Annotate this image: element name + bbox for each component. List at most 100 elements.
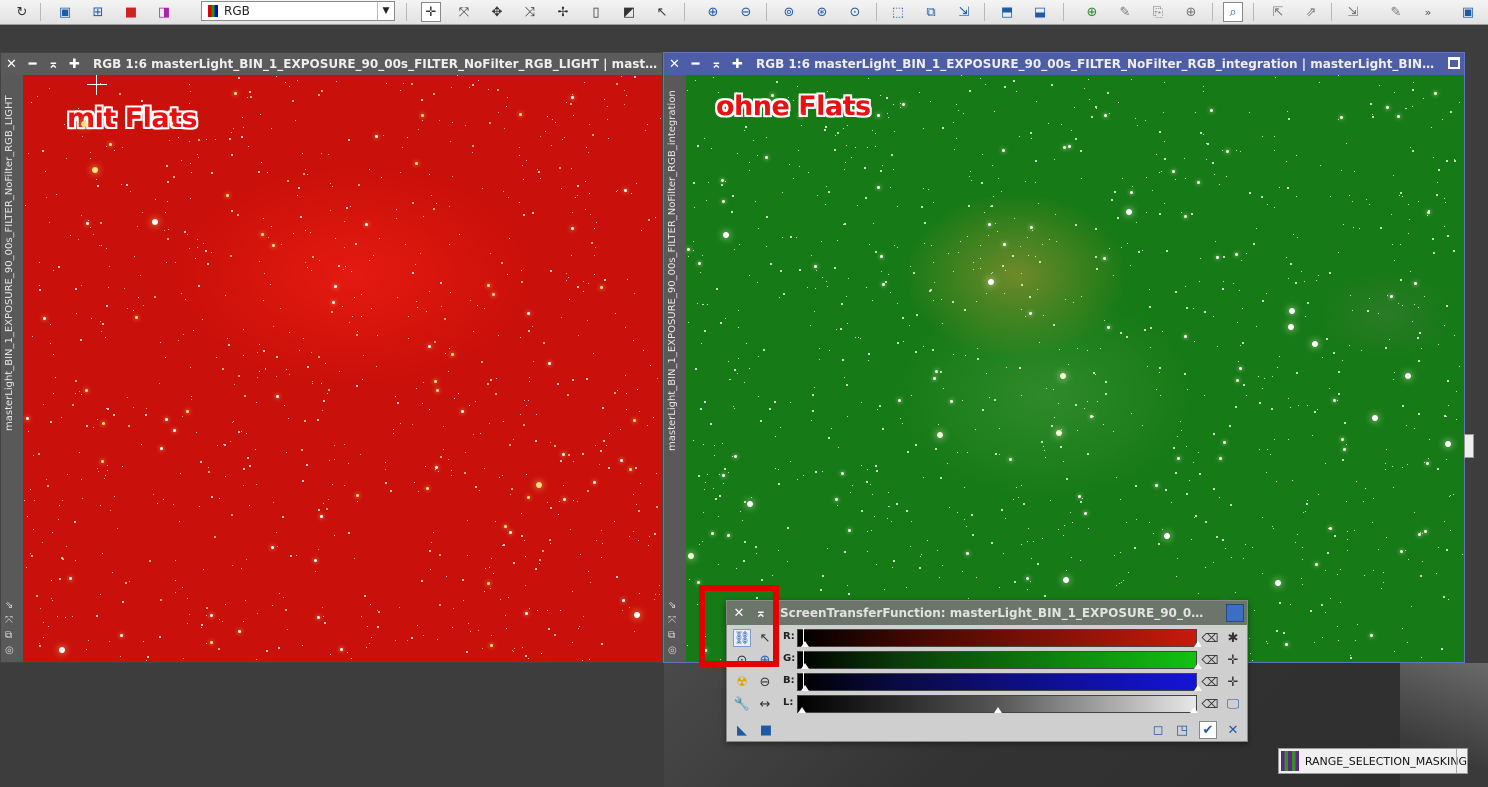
- reset-icon[interactable]: ⌫: [1201, 629, 1219, 647]
- channel-slider-l[interactable]: [797, 695, 1198, 713]
- screen-transfer-function-panel[interactable]: ✕ ⌅ ScreenTransferFunction: masterLight_…: [726, 600, 1248, 742]
- star-point: [90, 227, 91, 228]
- panel-titlebar[interactable]: ✕ ⌅ ScreenTransferFunction: masterLight_…: [727, 601, 1247, 625]
- move-icon[interactable]: ✛: [421, 2, 441, 22]
- image-window-right[interactable]: ✕ ━ ⌅ ✚ RGB 1:6 masterLight_BIN_1_EXPOSU…: [663, 52, 1465, 663]
- edit-preview-icon[interactable]: ◩: [619, 2, 639, 22]
- fit-icon[interactable]: ⤧: [668, 615, 682, 626]
- shade-icon[interactable]: ⌅: [43, 57, 64, 72]
- image-canvas[interactable]: ohne Flats: [686, 75, 1464, 662]
- add-process-icon[interactable]: ⊕: [1181, 2, 1201, 22]
- add-icon[interactable]: ✚: [64, 57, 85, 72]
- reset-all-icon[interactable]: ✕: [1224, 721, 1242, 739]
- window-icon[interactable]: ⬒: [997, 2, 1017, 22]
- crosshair-icon[interactable]: ✛: [1224, 651, 1242, 669]
- export-icon[interactable]: ⇲: [954, 2, 974, 22]
- square-icon[interactable]: ◻: [1149, 721, 1167, 739]
- window-titlebar[interactable]: ✕ ━ ⌅ ✚ RGB 1:6 masterLight_BIN_1_EXPOSU…: [1, 53, 662, 75]
- process-icon[interactable]: [1226, 604, 1244, 622]
- zoom-1-icon[interactable]: ⊚: [779, 2, 799, 22]
- close-icon[interactable]: ✕: [1, 57, 22, 72]
- apply-global-icon[interactable]: ■: [757, 721, 775, 739]
- channel-extract-icon[interactable]: ◨: [154, 2, 174, 22]
- reset-icon[interactable]: ⌫: [1201, 695, 1219, 713]
- auto-stretch-icon[interactable]: ✱: [1224, 629, 1242, 647]
- explorer-icon[interactable]: ⇱: [1268, 2, 1288, 22]
- target-icon[interactable]: ◎: [668, 645, 682, 656]
- wrench-icon[interactable]: 🔧: [733, 695, 751, 713]
- highlights-handle[interactable]: [1190, 707, 1198, 713]
- reset-icon[interactable]: ⌫: [1201, 651, 1219, 669]
- pan-icon[interactable]: ✢: [553, 2, 573, 22]
- close-icon[interactable]: ✕: [664, 57, 685, 72]
- resize-icon[interactable]: ⇘: [5, 600, 19, 611]
- clone-icon[interactable]: ⧉: [668, 630, 682, 641]
- image-window-left[interactable]: ✕ ━ ⌅ ✚ RGB 1:6 masterLight_BIN_1_EXPOSU…: [0, 52, 663, 663]
- chevron-down-icon[interactable]: ▼: [377, 2, 394, 20]
- forward-icon[interactable]: ⇗: [1301, 2, 1321, 22]
- crosshair-icon[interactable]: ✛: [1224, 673, 1242, 691]
- color-mode-select[interactable]: RGB ▼: [201, 1, 395, 21]
- forward-icon[interactable]: ⇲: [1343, 2, 1363, 22]
- script-icon[interactable]: ⎘: [1148, 2, 1168, 22]
- side-panel-tab[interactable]: [1464, 434, 1474, 458]
- search-icon[interactable]: ⌕: [1223, 2, 1243, 22]
- minimize-icon[interactable]: ━: [22, 57, 43, 72]
- shadows-handle[interactable]: [798, 707, 806, 713]
- midtones-handle[interactable]: [801, 663, 809, 669]
- new-preview-icon[interactable]: ▯: [586, 2, 606, 22]
- midtones-handle[interactable]: [801, 641, 809, 647]
- monitor-icon[interactable]: 🖵: [1224, 695, 1242, 713]
- select-icon[interactable]: ⬚: [888, 2, 908, 22]
- zoom-fit-icon[interactable]: ⊛: [812, 2, 832, 22]
- star-point: [1081, 296, 1082, 297]
- process-icon-range-selection[interactable]: RANGE_SELECTION_MASKING: [1278, 748, 1468, 774]
- clone-icon[interactable]: ⧉: [5, 630, 19, 641]
- new-image-plus-icon[interactable]: ⊞: [88, 2, 108, 22]
- redo-icon[interactable]: ↻: [12, 2, 32, 22]
- channel-slider-r[interactable]: [797, 628, 1202, 647]
- fit-icon[interactable]: ⤧: [454, 2, 474, 22]
- zoom-out-icon[interactable]: ⊖: [736, 2, 756, 22]
- maximize-icon[interactable]: [1448, 57, 1460, 69]
- crop-icon[interactable]: ⧉: [921, 2, 941, 22]
- expand-icon[interactable]: ✥: [487, 2, 507, 22]
- add-icon[interactable]: ⊕: [1082, 2, 1102, 22]
- midtones-handle[interactable]: [994, 707, 1002, 713]
- radiation-icon[interactable]: ☢: [733, 673, 751, 691]
- image-canvas[interactable]: mit Flats: [23, 75, 662, 662]
- edit-icon[interactable]: ✎: [1115, 2, 1135, 22]
- icon-side-tab[interactable]: [1456, 749, 1467, 773]
- window-titlebar[interactable]: ✕ ━ ⌅ ✚ RGB 1:6 masterLight_BIN_1_EXPOSU…: [664, 53, 1464, 75]
- pointer-icon[interactable]: ↖: [652, 2, 672, 22]
- channel-slider-g[interactable]: [797, 650, 1202, 669]
- midtones-handle[interactable]: [801, 685, 809, 691]
- star-point: [766, 246, 767, 247]
- star-point: [871, 530, 872, 531]
- collapse-icon[interactable]: ⤨: [520, 2, 540, 22]
- document-icon[interactable]: ◳: [1173, 721, 1191, 739]
- reset-icon[interactable]: ⌫: [1201, 673, 1219, 691]
- channel-slider-b[interactable]: [797, 672, 1202, 691]
- horizontal-resize-icon[interactable]: ↔: [756, 695, 774, 713]
- zoom-to-fit-icon[interactable]: ⊙: [845, 2, 865, 22]
- overflow-icon[interactable]: »: [1418, 2, 1438, 22]
- new-instance-icon[interactable]: ◣: [733, 721, 751, 739]
- star-point: [604, 279, 606, 281]
- resize-icon[interactable]: ⇘: [668, 600, 682, 611]
- monitor-icon[interactable]: ▣: [1458, 2, 1478, 22]
- rgb-channels-icon[interactable]: ■: [121, 2, 141, 22]
- check-icon[interactable]: ✔: [1199, 721, 1217, 739]
- new-image-icon[interactable]: ▣: [55, 2, 75, 22]
- fit-window-icon[interactable]: ⬓: [1030, 2, 1050, 22]
- minimize-icon[interactable]: ━: [685, 57, 706, 72]
- zoom-in-icon[interactable]: ⊕: [703, 2, 723, 22]
- star-point: [1055, 214, 1056, 215]
- add-icon[interactable]: ✚: [727, 57, 748, 72]
- edit-icon[interactable]: ✎: [1386, 2, 1406, 22]
- fit-icon[interactable]: ⤧: [5, 615, 19, 626]
- shade-icon[interactable]: ⌅: [706, 57, 727, 72]
- star-point: [433, 208, 435, 210]
- zoom-out-icon[interactable]: ⊖: [756, 673, 774, 691]
- target-icon[interactable]: ◎: [5, 645, 19, 656]
